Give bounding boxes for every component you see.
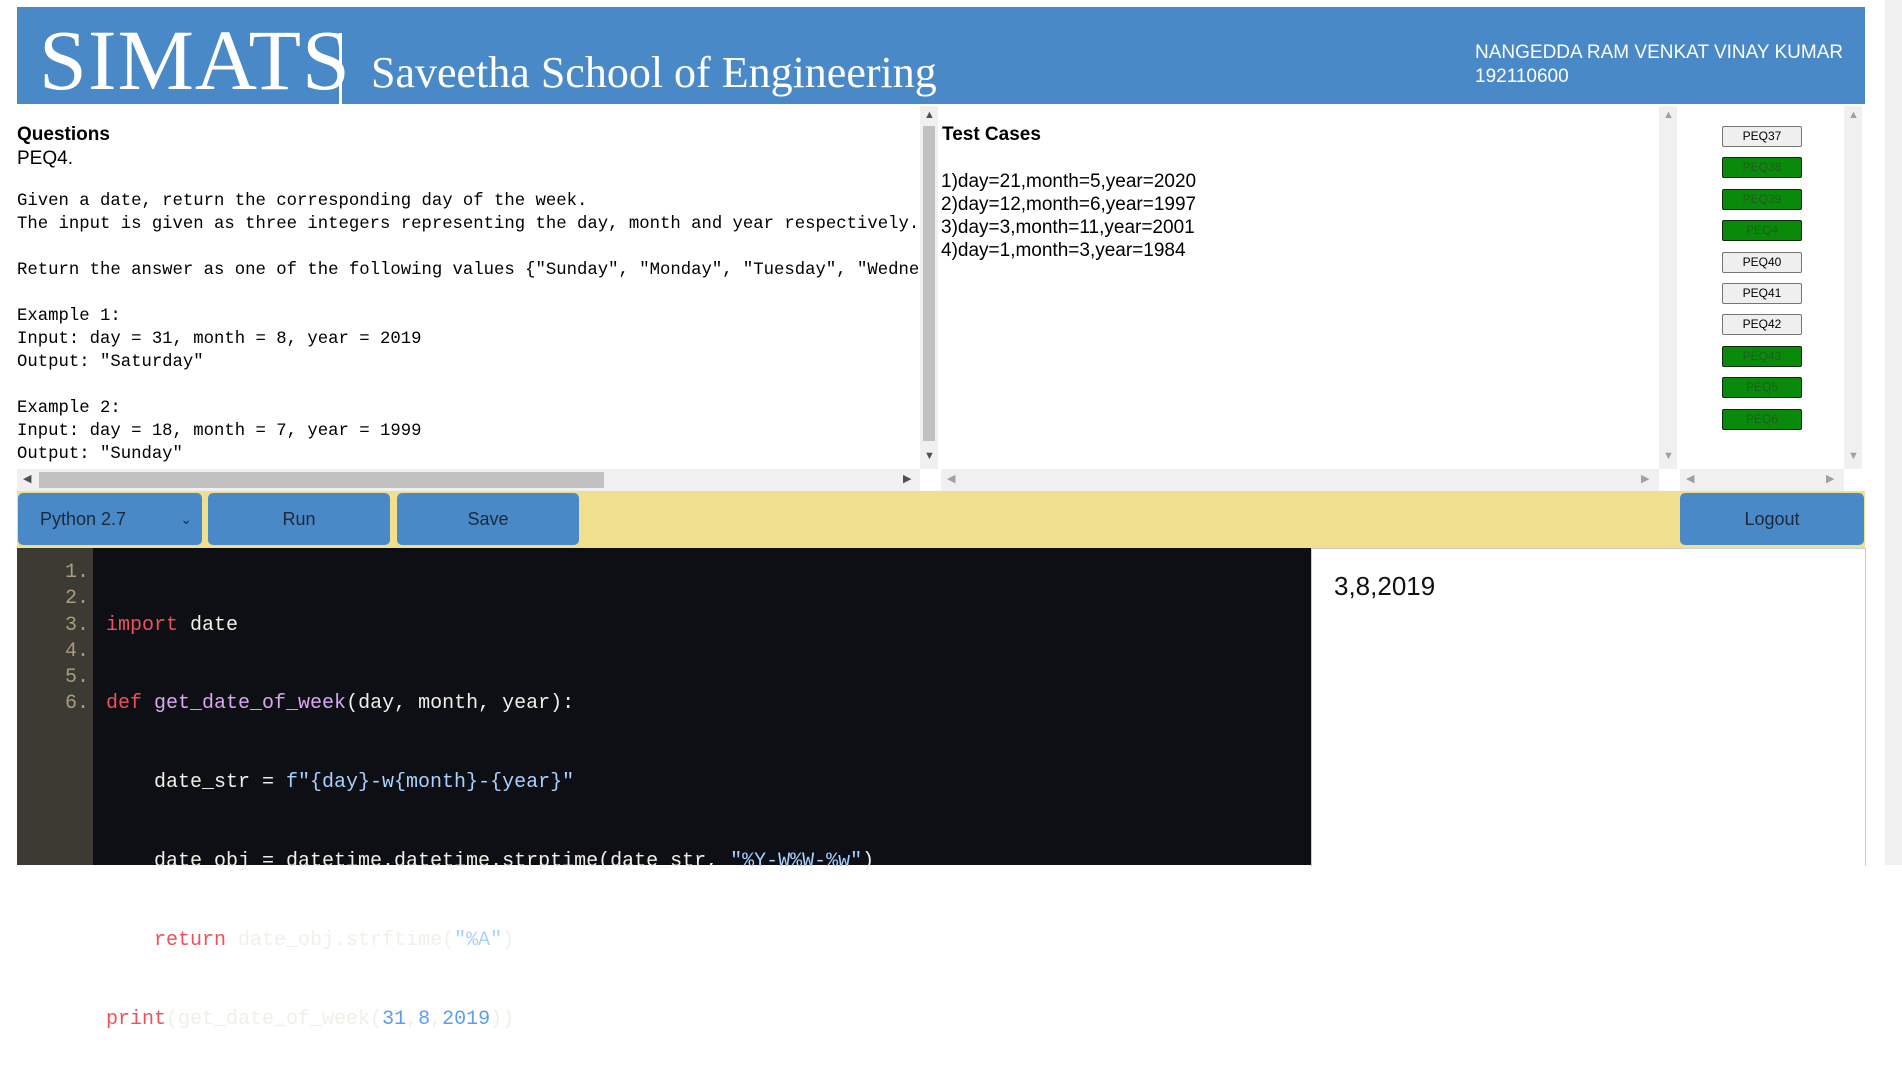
scroll-left-arrow-icon[interactable]: ◀ [1686, 474, 1694, 485]
test-case-item: 2)day=12,month=6,year=1997 [941, 194, 1197, 215]
code-editor[interactable]: 1. 2. 3. 4. 5. 6. import date def get_da… [17, 548, 1311, 1031]
code-line: def get_date_of_week(day, month, year): [106, 692, 575, 716]
scroll-right-arrow-icon[interactable]: ▶ [1826, 474, 1834, 485]
page-scrollbar[interactable] [1885, 0, 1902, 865]
scroll-right-arrow-icon[interactable]: ▶ [903, 474, 911, 485]
language-select-value: Python 2.7 [40, 509, 127, 529]
line-number: 5. [64, 666, 89, 690]
problem-button-peq37[interactable]: PEQ37 [1722, 126, 1802, 147]
line-number: 4. [64, 639, 89, 663]
code-line: print(get_date_of_week(31,8,2019)) [106, 1008, 515, 1032]
problem-button-peq43[interactable]: PEQ43 [1722, 345, 1802, 367]
question-panel[interactable]: Questions PEQ4. Given a date, return the… [17, 106, 920, 469]
problem-button-peq41[interactable]: PEQ41 [1722, 282, 1802, 304]
scroll-right-arrow-icon[interactable]: ▶ [1641, 474, 1649, 485]
scroll-down-arrow-icon[interactable]: ▼ [1848, 451, 1859, 462]
school-name: Saveetha School of Engineering [371, 48, 937, 97]
code-line: import date [106, 613, 239, 637]
line-number: 6. [64, 692, 89, 716]
problems-horizontal-scrollbar[interactable]: ◀ ▶ [1680, 469, 1844, 491]
scroll-left-arrow-icon[interactable]: ◀ [947, 474, 955, 485]
line-number: 3. [64, 613, 89, 637]
scroll-up-arrow-icon[interactable]: ▲ [1848, 110, 1859, 121]
questions-heading: Questions [17, 124, 110, 145]
scroll-up-arrow-icon[interactable]: ▲ [1663, 110, 1674, 121]
code-line: date_obj = datetime.datetime.strptime(da… [106, 850, 875, 874]
line-number: 1. [64, 561, 89, 584]
testcases-vertical-scrollbar[interactable]: ▲ ▼ [1659, 106, 1677, 469]
app-header: SIMATS Saveetha School of Engineering NA… [17, 7, 1865, 108]
question-text: Given a date, return the corresponding d… [17, 192, 920, 464]
problem-list: PEQ37 PEQ38 PEQ39 PEQ4 PEQ40 PEQ41 PEQ42… [1722, 126, 1802, 440]
line-number-gutter: 1. 2. 3. 4. 5. 6. [17, 548, 93, 865]
problem-button-peq40[interactable]: PEQ40 [1722, 251, 1802, 273]
problem-button-peq4[interactable]: PEQ4 [1722, 220, 1802, 242]
code-content[interactable]: import date def get_date_of_week(day, mo… [106, 560, 874, 1086]
language-select[interactable]: Python 2.7 ⌄ [18, 493, 202, 545]
problem-button-peq39[interactable]: PEQ39 [1722, 188, 1802, 210]
question-id: PEQ4. [17, 148, 73, 169]
testcases-horizontal-scrollbar[interactable]: ◀ ▶ [941, 469, 1659, 491]
user-name: NANGEDDA RAM VENKAT VINAY KUMAR [1475, 42, 1844, 63]
test-case-item: 1)day=21,month=5,year=2020 [941, 171, 1197, 192]
test-cases-list: 1)day=21,month=5,year=2020 2)day=12,mont… [941, 170, 1196, 262]
chevron-down-icon: ⌄ [180, 511, 192, 527]
test-case-item: 3)day=3,month=11,year=2001 [941, 217, 1195, 238]
logout-button[interactable]: Logout [1680, 493, 1864, 545]
question-vertical-scrollbar[interactable]: ▲ ▼ [920, 106, 938, 469]
logo-divider [339, 33, 342, 105]
problem-button-peq38[interactable]: PEQ38 [1722, 157, 1802, 179]
question-vscroll-thumb[interactable] [923, 126, 935, 441]
test-case-item: 4)day=1,month=3,year=1984 [941, 240, 1186, 261]
save-button[interactable]: Save [397, 493, 579, 545]
question-hscroll-thumb[interactable] [39, 472, 604, 488]
user-info: NANGEDDA RAM VENKAT VINAY KUMAR 19211060… [1475, 41, 1843, 89]
scroll-left-arrow-icon[interactable]: ◀ [23, 474, 31, 485]
code-line: return date_obj.strftime("%A") [154, 929, 515, 953]
question-horizontal-scrollbar[interactable]: ◀ ▶ [17, 469, 920, 491]
user-id: 192110600 [1475, 66, 1569, 87]
code-line: date_str = f"{day}-w{month}-{year}" [106, 771, 575, 795]
test-cases-heading: Test Cases [942, 124, 1041, 145]
output-panel: 3,8,2019 [1311, 548, 1866, 866]
editor-toolbar: Python 2.7 ⌄ Run Save Logout [17, 491, 1865, 548]
scroll-up-arrow-icon[interactable]: ▲ [924, 110, 935, 121]
problem-button-peq5[interactable]: PEQ5 [1722, 377, 1802, 399]
problem-button-peq42[interactable]: PEQ42 [1722, 314, 1802, 336]
simats-logo: SIMATS [39, 12, 351, 108]
line-number: 2. [64, 587, 89, 611]
problems-vertical-scrollbar[interactable]: ▲ ▼ [1844, 106, 1862, 469]
problem-button-peq6[interactable]: PEQ6 [1722, 408, 1802, 430]
run-button[interactable]: Run [208, 493, 390, 545]
scroll-down-arrow-icon[interactable]: ▼ [1663, 451, 1674, 462]
line-numbers: 1. 2. 3. 4. 5. 6. [17, 560, 89, 718]
scroll-down-arrow-icon[interactable]: ▼ [924, 451, 935, 462]
output-text: 3,8,2019 [1334, 571, 1436, 601]
